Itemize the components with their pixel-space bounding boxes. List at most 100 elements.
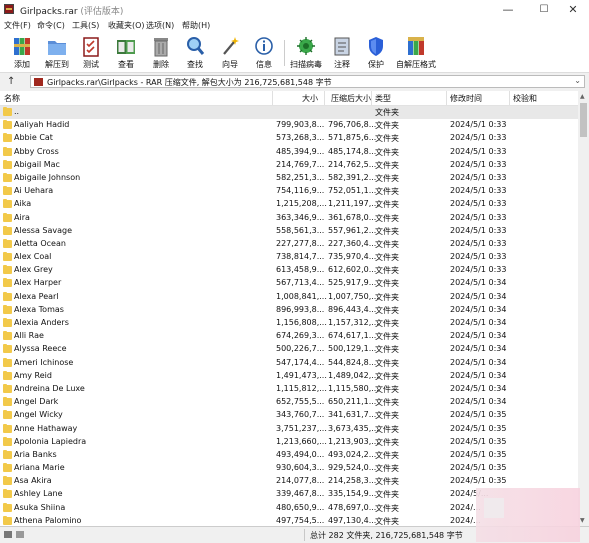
- table-row[interactable]: Alexa Pearl 1,008,841,... 1,007,750,... 文件夹…: [0, 291, 578, 304]
- file-modified: 2024/5/1 0:33: [450, 225, 507, 235]
- file-size: 480,650,9...: [276, 502, 325, 512]
- column-type[interactable]: 类型: [375, 93, 391, 104]
- file-packed-size: 796,706,8...: [328, 120, 377, 130]
- delete-button[interactable]: 删除: [143, 35, 179, 71]
- close-button[interactable]: ✕: [557, 0, 589, 19]
- file-name: Asuka Shiina: [14, 502, 66, 512]
- file-packed-size: 1,115,580,...: [328, 383, 379, 393]
- file-type: 文件夹: [375, 464, 399, 474]
- table-row[interactable]: Abigail Mac 214,769,7... 214,762,5... 文件夹 20…: [0, 159, 578, 172]
- find-button[interactable]: 查找: [177, 35, 213, 71]
- table-row[interactable]: Anne Hathaway 3,751,237,... 3,673,435,... 文…: [0, 423, 578, 436]
- file-name: Ashley Lane: [14, 489, 63, 499]
- scroll-down-icon[interactable]: ▼: [580, 517, 585, 524]
- table-row[interactable]: Alexa Tomas 896,993,8... 896,443,4... 文件夹 20…: [0, 304, 578, 317]
- folder-icon: [3, 463, 12, 473]
- table-row[interactable]: Ariana Marie 930,604,3... 929,524,0... 文件夹 2…: [0, 462, 578, 475]
- table-row[interactable]: Aletta Ocean 227,277,8... 227,360,4... 文件夹 2…: [0, 238, 578, 251]
- file-size: 214,077,8...: [276, 476, 325, 486]
- table-row[interactable]: Asa Akira 214,077,8... 214,258,3... 文件夹 2024…: [0, 475, 578, 488]
- table-row[interactable]: Alex Grey 613,458,9... 612,602,0... 文件夹 2024…: [0, 264, 578, 277]
- table-row[interactable]: Alli Rae 674,269,3... 674,617,1... 文件夹 2024/…: [0, 330, 578, 343]
- info-button[interactable]: 信息: [246, 35, 282, 71]
- file-name: Abigail Mac: [14, 159, 60, 169]
- file-name: Alexia Anders: [14, 318, 69, 327]
- file-packed-size: 735,970,4...: [328, 252, 377, 262]
- table-row[interactable]: Ameri Ichinose 547,174,4... 544,824,8... 文件…: [0, 357, 578, 370]
- file-name: Abbie Cat: [14, 133, 53, 143]
- file-size: 1,115,812,...: [276, 383, 327, 393]
- table-row[interactable]: Aaliyah Hadid 799,903,8... 796,706,8... 文件夹…: [0, 119, 578, 132]
- file-type: 文件夹: [375, 187, 399, 197]
- table-row[interactable]: Apolonia Lapiedra 1,213,660,... 1,213,903,…: [0, 436, 578, 449]
- file-type: 文件夹: [375, 319, 399, 328]
- menu-favorites[interactable]: 收藏夹(O): [108, 20, 145, 31]
- file-type: 文件夹: [375, 490, 399, 500]
- file-packed-size: 478,697,0...: [328, 502, 377, 512]
- file-modified: 2024/5/1 0:33: [450, 133, 507, 143]
- scroll-up-icon[interactable]: ▲: [580, 93, 585, 100]
- menu-file[interactable]: 文件(F): [4, 20, 31, 31]
- status-summary: 总计 282 文件夹, 216,725,681,548 字节: [310, 531, 463, 540]
- file-type: 文件夹: [375, 332, 399, 342]
- file-name: Andreina De Luxe: [14, 383, 85, 393]
- view-button[interactable]: 查看: [108, 35, 144, 71]
- table-row[interactable]: Andreina De Luxe 1,115,812,... 1,115,580,.…: [0, 383, 578, 396]
- column-modified[interactable]: 修改时间: [450, 93, 482, 104]
- table-row[interactable]: Aria Banks 493,494,0... 493,024,2... 文件夹 202…: [0, 449, 578, 462]
- menu-tools[interactable]: 工具(S): [72, 20, 99, 31]
- table-row[interactable]: Amy Reid 1,491,473,... 1,489,042,... 文件夹 202…: [0, 370, 578, 383]
- column-header: 名称 大小 压缩后大小 类型 修改时间 校验和: [0, 91, 578, 106]
- watermark-overlay: [476, 488, 580, 542]
- virus-scan-button[interactable]: 扫描病毒: [288, 35, 324, 71]
- add-button[interactable]: 添加: [4, 35, 40, 71]
- menu-commands[interactable]: 命令(C): [37, 20, 65, 31]
- test-button[interactable]: 测试: [73, 35, 109, 71]
- file-size: 497,754,5...: [276, 515, 325, 525]
- column-crc[interactable]: 校验和: [513, 93, 537, 104]
- file-packed-size: 752,051,1...: [328, 186, 377, 196]
- file-modified: 2024/5/1 0:33: [450, 252, 507, 262]
- table-row[interactable]: Aira 363,346,9... 361,678,0... 文件夹 2024/5/1 …: [0, 212, 578, 225]
- vertical-scrollbar[interactable]: ▲ ▼: [578, 91, 589, 526]
- table-row[interactable]: Abigaile Johnson 582,251,3... 582,391,2...…: [0, 172, 578, 185]
- protect-button[interactable]: 保护: [358, 35, 394, 71]
- file-size: 582,251,3...: [276, 172, 325, 182]
- file-packed-size: 544,824,8...: [328, 357, 377, 367]
- file-type: 文件夹: [375, 411, 399, 421]
- path-field[interactable]: Girlpacks.rar\Girlpacks - RAR 压缩文件, 解包大小…: [30, 75, 585, 88]
- file-size: 613,458,9...: [276, 265, 325, 275]
- folder-icon: [3, 423, 12, 433]
- parent-folder-row[interactable]: .. 文件夹: [0, 106, 578, 120]
- table-row[interactable]: Aika 1,215,208,... 1,211,197,... 文件夹 2024/5/…: [0, 198, 578, 211]
- wizard-button[interactable]: 向导: [212, 35, 248, 71]
- file-size: 754,116,9...: [276, 186, 325, 196]
- scroll-thumb[interactable]: [580, 103, 587, 137]
- menu-options[interactable]: 选项(N): [146, 20, 174, 31]
- maximize-button[interactable]: ☐: [528, 0, 560, 19]
- window-title: Girlpacks.rar (评估版本): [20, 7, 124, 17]
- sfx-button[interactable]: 自解压格式: [394, 35, 438, 71]
- file-type: 文件夹: [375, 239, 399, 249]
- table-row[interactable]: Alyssa Reece 500,226,7... 500,129,1... 文件夹 2…: [0, 343, 578, 356]
- table-row[interactable]: Ai Uehara 754,116,9... 752,051,1... 文件夹 2024…: [0, 185, 578, 198]
- minimize-button[interactable]: —: [492, 0, 524, 19]
- table-row[interactable]: Abbie Cat 573,268,3... 571,875,6... 文件夹 2024…: [0, 132, 578, 145]
- comment-button[interactable]: 注释: [324, 35, 360, 71]
- column-packed[interactable]: 压缩后大小: [331, 93, 371, 104]
- file-size: 738,814,7...: [276, 252, 325, 262]
- menu-help[interactable]: 帮助(H): [182, 20, 210, 31]
- table-row[interactable]: Alex Harper 567,713,4... 525,917,9... 文件夹 20…: [0, 277, 578, 290]
- column-name[interactable]: 名称: [4, 93, 20, 104]
- chevron-down-icon[interactable]: ⌄: [574, 76, 581, 85]
- up-arrow-icon[interactable]: ↑: [7, 76, 15, 87]
- file-type: 文件夹: [375, 226, 399, 236]
- table-row[interactable]: Abby Cross 485,394,9... 485,174,8... 文件夹 202…: [0, 146, 578, 159]
- extract-to-button[interactable]: 解压到: [39, 35, 75, 71]
- column-size[interactable]: 大小: [302, 93, 318, 104]
- table-row[interactable]: Alessa Savage 558,561,3... 557,961,2... 文件夹…: [0, 225, 578, 238]
- table-row[interactable]: Angel Wicky 343,760,7... 341,631,7... 文件夹 20…: [0, 409, 578, 422]
- table-row[interactable]: Alexia Anders 1,156,808,... 1,157,312,... 文…: [0, 317, 578, 330]
- table-row[interactable]: Alex Coal 738,814,7... 735,970,4... 文件夹 2024…: [0, 251, 578, 264]
- table-row[interactable]: Angel Dark 652,755,5... 650,211,1... 文件夹 202…: [0, 396, 578, 409]
